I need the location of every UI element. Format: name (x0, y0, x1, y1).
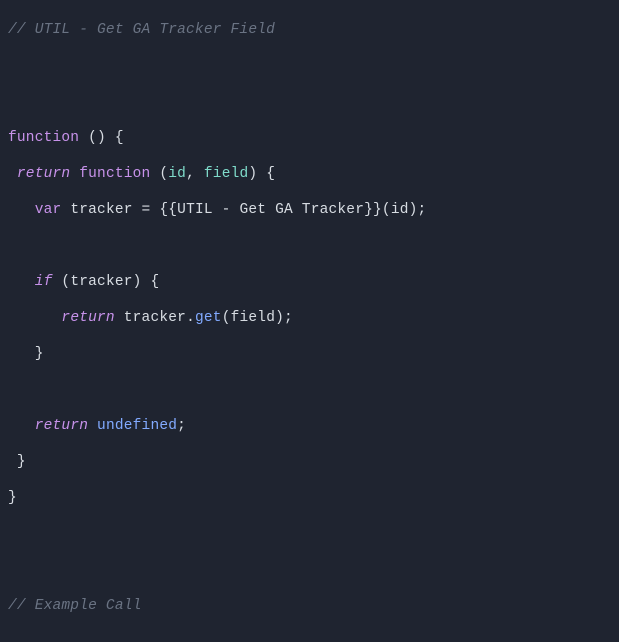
return-keyword-3: return (35, 418, 88, 434)
arg-id: id (391, 202, 409, 218)
if-keyword: if (35, 274, 53, 290)
code-block: // UTIL - Get GA Tracker Field function … (0, 0, 619, 642)
tracker-var: tracker (70, 202, 132, 218)
var-keyword: var (35, 202, 62, 218)
return-keyword-2: return (61, 310, 114, 326)
comment-example: // Example Call (8, 598, 142, 614)
util-macro: {{UTIL - Get GA Tracker}} (159, 202, 382, 218)
get-method: get (195, 310, 222, 326)
function-keyword-inner: function (79, 166, 150, 182)
arg-field: field (231, 310, 276, 326)
function-keyword: function (8, 130, 79, 146)
undefined-keyword: undefined (97, 418, 177, 434)
tracker-ref: tracker (124, 310, 186, 326)
param-id: id (168, 166, 186, 182)
tracker-check: tracker (70, 274, 132, 290)
param-field: field (204, 166, 249, 182)
return-keyword: return (17, 166, 70, 182)
comment-header: // UTIL - Get GA Tracker Field (8, 22, 275, 38)
